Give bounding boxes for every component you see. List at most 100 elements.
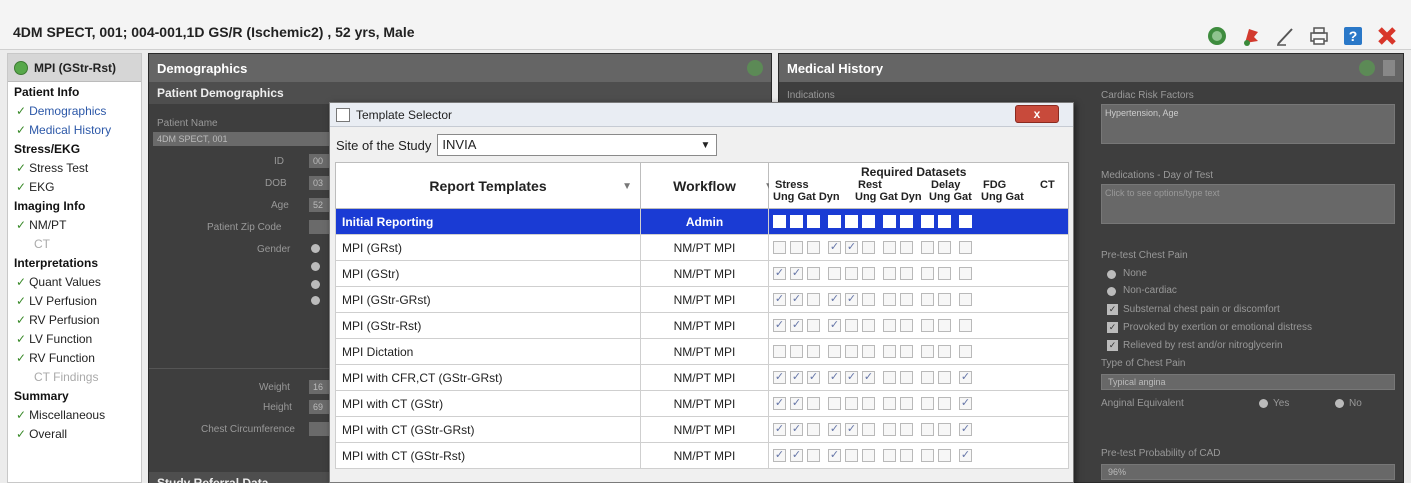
- dataset-checkbox[interactable]: ✓: [773, 423, 786, 436]
- dataset-checkbox[interactable]: [921, 293, 934, 306]
- relieved-checkbox[interactable]: ✓: [1107, 340, 1118, 351]
- dataset-checkbox[interactable]: ✓: [828, 319, 841, 332]
- sidebar-item-stress-test[interactable]: ✓ Stress Test: [8, 158, 141, 177]
- substernal-checkbox[interactable]: ✓: [1107, 304, 1118, 315]
- refresh-icon[interactable]: [747, 60, 763, 76]
- dataset-checkbox[interactable]: [883, 241, 896, 254]
- chest-circumference-field[interactable]: [309, 422, 329, 436]
- column-header-workflow[interactable]: Workflow▼: [640, 162, 774, 209]
- dataset-checkbox[interactable]: [959, 293, 972, 306]
- close-icon[interactable]: [1375, 24, 1399, 48]
- dataset-checkbox[interactable]: [862, 293, 875, 306]
- dataset-checkbox[interactable]: [921, 371, 934, 384]
- dataset-checkbox[interactable]: [845, 319, 858, 332]
- template-name[interactable]: MPI (GStr): [335, 260, 641, 287]
- dataset-checkbox[interactable]: ✓: [773, 397, 786, 410]
- dataset-checkbox[interactable]: ✓: [959, 371, 972, 384]
- dataset-checkbox[interactable]: [828, 345, 841, 358]
- dataset-checkbox[interactable]: [883, 423, 896, 436]
- dataset-checkbox[interactable]: [807, 267, 820, 280]
- sidebar-item-rv-perfusion[interactable]: ✓ RV Perfusion: [8, 310, 141, 329]
- dataset-checkbox[interactable]: [959, 345, 972, 358]
- zip-field[interactable]: [309, 220, 329, 234]
- dataset-checkbox[interactable]: [900, 345, 913, 358]
- template-row[interactable]: MPI with CFR,CT (GStr-GRst) NM/PT MPI ✓ ✓ ✓ ✓…: [335, 364, 1069, 391]
- dataset-checkbox[interactable]: ✓: [790, 293, 803, 306]
- dataset-checkbox[interactable]: ✓: [845, 241, 858, 254]
- refresh-icon[interactable]: [1359, 60, 1375, 76]
- template-name[interactable]: Initial Reporting: [335, 208, 641, 235]
- refresh-icon[interactable]: [1205, 24, 1229, 48]
- dataset-checkbox[interactable]: [845, 449, 858, 462]
- template-name[interactable]: MPI with CFR,CT (GStr-GRst): [335, 364, 641, 391]
- dataset-checkbox[interactable]: [938, 345, 951, 358]
- dataset-checkbox[interactable]: [900, 423, 913, 436]
- dataset-checkbox[interactable]: ✓: [828, 371, 841, 384]
- template-row[interactable]: MPI Dictation NM/PT MPI: [335, 338, 1069, 365]
- dataset-checkbox[interactable]: [862, 267, 875, 280]
- dataset-checkbox[interactable]: ✓: [862, 371, 875, 384]
- medications-field[interactable]: Click to see options/type text: [1101, 184, 1395, 224]
- dataset-checkbox[interactable]: ✓: [845, 371, 858, 384]
- dataset-checkbox[interactable]: [959, 241, 972, 254]
- help-icon[interactable]: ?: [1341, 24, 1365, 48]
- dataset-checkbox[interactable]: ✓: [790, 397, 803, 410]
- dataset-checkbox[interactable]: ✓: [790, 371, 803, 384]
- dataset-checkbox[interactable]: [921, 397, 934, 410]
- dataset-checkbox[interactable]: ✓: [959, 423, 972, 436]
- template-row[interactable]: MPI (GStr-GRst) NM/PT MPI ✓ ✓ ✓ ✓: [335, 286, 1069, 313]
- template-row[interactable]: MPI (GRst) NM/PT MPI ✓ ✓: [335, 234, 1069, 261]
- dataset-checkbox[interactable]: ✓: [773, 293, 786, 306]
- dataset-checkbox[interactable]: [862, 345, 875, 358]
- template-row[interactable]: MPI with CT (GStr-Rst) NM/PT MPI ✓ ✓ ✓ ✓: [335, 442, 1069, 469]
- dataset-checkbox[interactable]: [883, 215, 896, 228]
- dataset-checkbox[interactable]: [938, 293, 951, 306]
- sidebar-item-medical-history[interactable]: ✓ Medical History: [8, 120, 141, 139]
- dataset-checkbox[interactable]: ✓: [828, 423, 841, 436]
- dataset-checkbox[interactable]: ✓: [773, 319, 786, 332]
- sidebar-item-ct[interactable]: CT: [8, 234, 141, 253]
- dataset-checkbox[interactable]: [845, 215, 858, 228]
- dataset-checkbox[interactable]: [773, 215, 786, 228]
- exertion-checkbox[interactable]: ✓: [1107, 322, 1118, 333]
- sidebar-header[interactable]: MPI (GStr-Rst): [8, 54, 141, 82]
- dataset-checkbox[interactable]: [900, 241, 913, 254]
- dataset-checkbox[interactable]: ✓: [790, 449, 803, 462]
- dataset-checkbox[interactable]: [900, 267, 913, 280]
- dataset-checkbox[interactable]: [938, 449, 951, 462]
- dataset-checkbox[interactable]: [883, 371, 896, 384]
- template-name[interactable]: MPI with CT (GStr): [335, 390, 641, 417]
- dataset-checkbox[interactable]: [862, 215, 875, 228]
- dataset-checkbox[interactable]: ✓: [828, 241, 841, 254]
- print-icon[interactable]: [1307, 24, 1331, 48]
- dataset-checkbox[interactable]: [938, 397, 951, 410]
- dataset-checkbox[interactable]: [938, 371, 951, 384]
- dataset-checkbox[interactable]: [900, 293, 913, 306]
- dataset-checkbox[interactable]: [828, 397, 841, 410]
- site-select[interactable]: INVIA ▼: [437, 134, 718, 156]
- dataset-checkbox[interactable]: [807, 449, 820, 462]
- dataset-checkbox[interactable]: [883, 345, 896, 358]
- dataset-checkbox[interactable]: [883, 267, 896, 280]
- risk-factors-field[interactable]: Hypertension, Age: [1101, 104, 1395, 144]
- dataset-checkbox[interactable]: [807, 423, 820, 436]
- dataset-checkbox[interactable]: [807, 397, 820, 410]
- patient-name-field[interactable]: 4DM SPECT, 001: [153, 132, 333, 146]
- dataset-checkbox[interactable]: [883, 293, 896, 306]
- column-header-report-templates[interactable]: Report Templates ▼: [335, 162, 641, 209]
- dataset-checkbox[interactable]: [828, 215, 841, 228]
- dataset-checkbox[interactable]: [900, 397, 913, 410]
- anginal-yes-radio[interactable]: [1259, 399, 1268, 408]
- template-name[interactable]: MPI Dictation: [335, 338, 641, 365]
- dataset-checkbox[interactable]: [773, 241, 786, 254]
- dataset-checkbox[interactable]: [900, 215, 913, 228]
- dataset-checkbox[interactable]: [773, 345, 786, 358]
- dataset-checkbox[interactable]: ✓: [828, 293, 841, 306]
- dataset-checkbox[interactable]: [883, 449, 896, 462]
- chest-pain-type-field[interactable]: Typical angina: [1101, 374, 1395, 390]
- dataset-checkbox[interactable]: [862, 319, 875, 332]
- dataset-checkbox[interactable]: [862, 397, 875, 410]
- gender-radio[interactable]: [311, 262, 320, 271]
- dataset-checkbox[interactable]: [807, 319, 820, 332]
- template-row[interactable]: MPI (GStr-Rst) NM/PT MPI ✓ ✓ ✓: [335, 312, 1069, 339]
